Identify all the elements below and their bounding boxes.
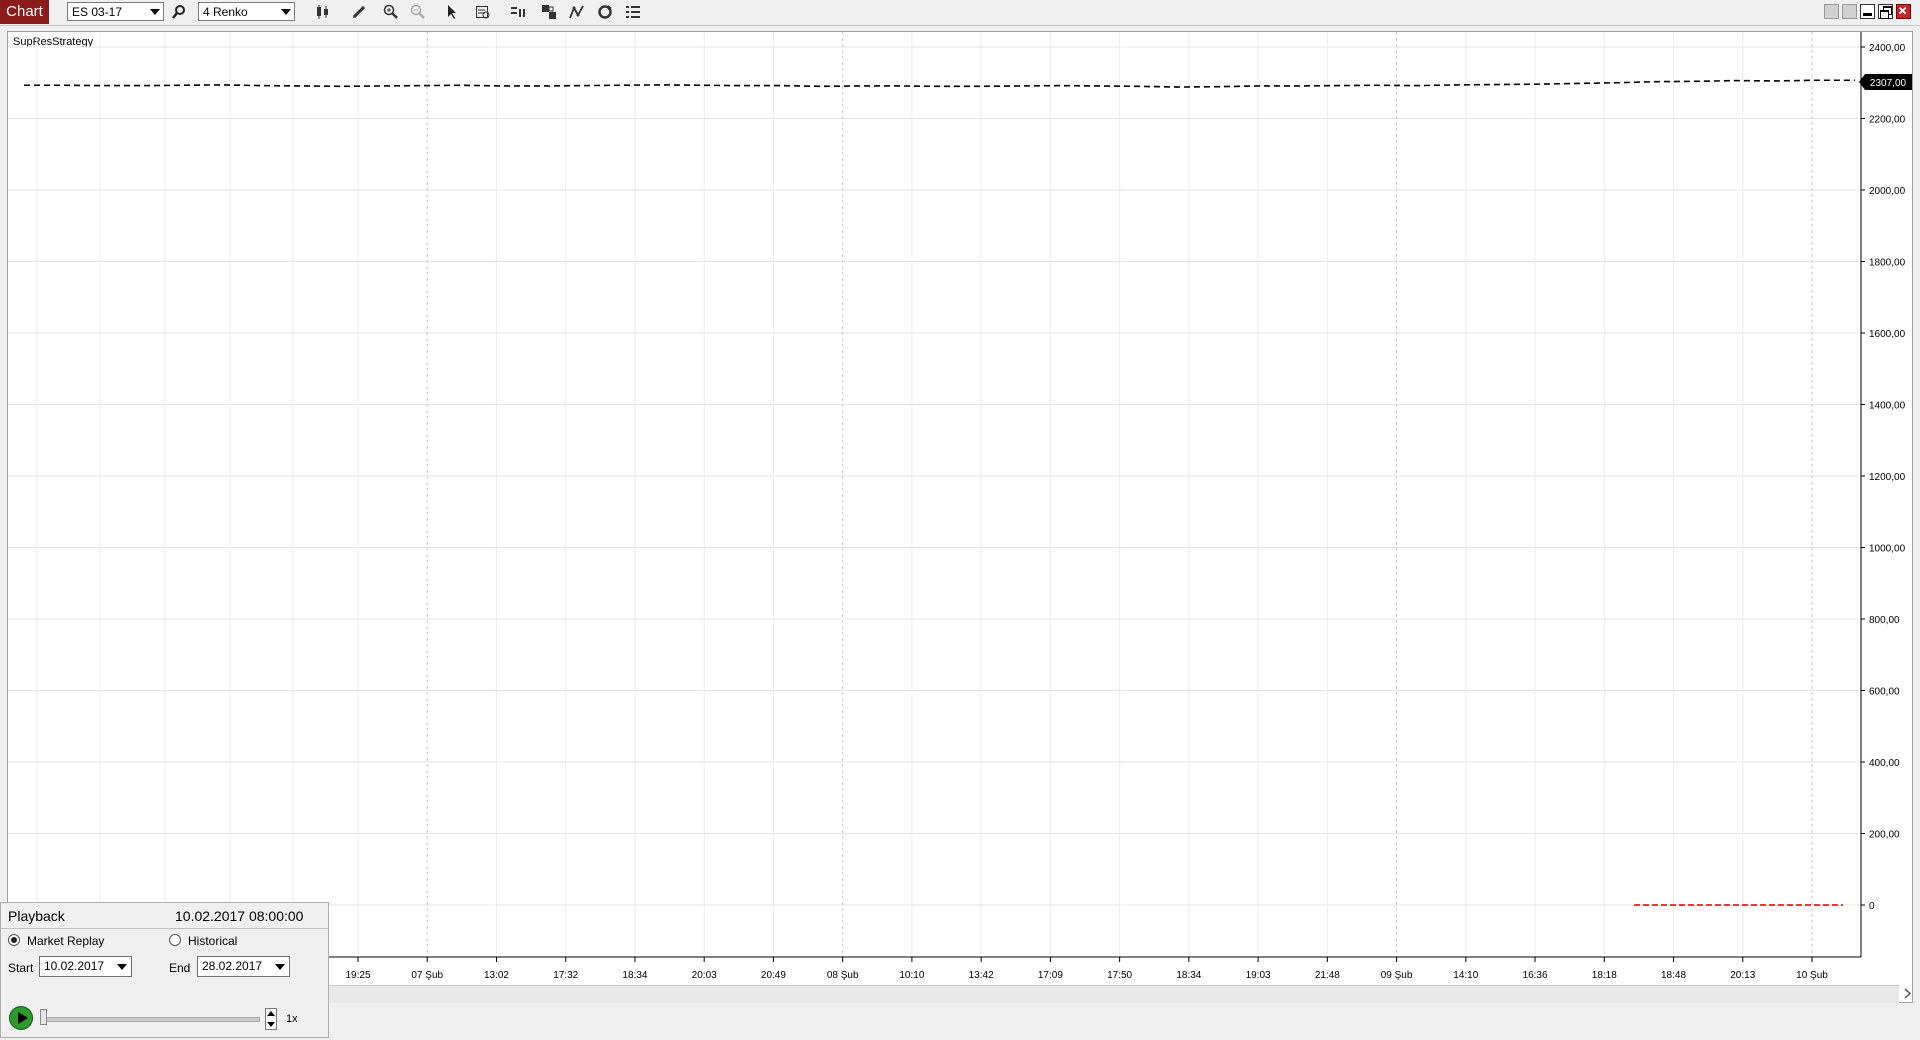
playback-panel: Playback 10.02.2017 08:00:00 Market Repl…: [0, 902, 329, 1038]
x-tick-label: 18:34: [1176, 970, 1201, 981]
chevron-down-icon: [117, 964, 127, 970]
horizontal-scrollbar[interactable]: [329, 985, 1899, 1003]
y-tick-label: 1800,00: [1869, 258, 1906, 269]
chevron-down-icon[interactable]: [267, 1022, 275, 1027]
end-label: End: [169, 961, 191, 975]
x-tick-label: 10:10: [899, 970, 924, 981]
y-axis: 2400,00 2200,00 2000,00 1800,00 1600,00 1400,…: [1860, 32, 1906, 957]
series-layer: [24, 79, 1855, 906]
y-tick-label: 800,00: [1869, 615, 1900, 626]
y-tick-label: 1000,00: [1869, 544, 1906, 555]
y-tick-label: 0: [1869, 901, 1875, 912]
x-tick-label: 19:25: [345, 970, 370, 981]
historical-radio[interactable]: [169, 934, 181, 946]
play-button[interactable]: [9, 1006, 33, 1030]
x-tick-label: 19:03: [1246, 970, 1271, 981]
playback-speed-track[interactable]: [41, 1017, 260, 1022]
playback-timestamp: 10.02.2017 08:00:00: [175, 908, 304, 924]
x-tick-label: 18:34: [622, 970, 647, 981]
grid-layer: [8, 32, 1861, 957]
chevron-down-icon: [275, 964, 285, 970]
x-tick-label: 09 Şub: [1381, 970, 1413, 981]
y-tick-label: 2000,00: [1869, 186, 1906, 197]
x-tick-label: 18:18: [1592, 970, 1617, 981]
x-tick-label: 13:02: [484, 970, 509, 981]
y-tick-label: 1600,00: [1869, 329, 1906, 340]
historical-label: Historical: [188, 934, 238, 948]
y-tick-label: 1200,00: [1869, 472, 1906, 483]
x-tick-label: 20:13: [1730, 970, 1755, 981]
y-tick-label: 2200,00: [1869, 115, 1906, 126]
x-tick-label: 10 Şub: [1796, 970, 1828, 981]
x-tick-label: 17:32: [553, 970, 578, 981]
x-tick-label: 17:50: [1107, 970, 1132, 981]
playback-slider-thumb[interactable]: [40, 1009, 47, 1025]
x-tick-label: 16:36: [1523, 970, 1548, 981]
x-tick-label: 20:03: [692, 970, 717, 981]
price-marker-label: 2307,00: [1870, 78, 1907, 89]
x-tick-label: 14:10: [1453, 970, 1478, 981]
divider: [1, 928, 328, 929]
x-tick-label: 21:48: [1315, 970, 1340, 981]
x-tick-label: 08 Şub: [827, 970, 859, 981]
x-tick-label: 18:48: [1661, 970, 1686, 981]
speed-label: 1x: [286, 1013, 298, 1025]
y-tick-label: 2400,00: [1869, 43, 1906, 54]
y-tick-label: 400,00: [1869, 758, 1900, 769]
chevron-up-icon[interactable]: [267, 1011, 275, 1016]
x-tick-label: 07 Şub: [411, 970, 443, 981]
y-tick-label: 1400,00: [1869, 401, 1906, 412]
scroll-right-icon[interactable]: [1903, 986, 1913, 1001]
y-tick-label: 600,00: [1869, 687, 1900, 698]
start-label: Start: [8, 961, 34, 975]
market-replay-radio[interactable]: [8, 934, 20, 946]
price-series-line: [24, 79, 1855, 88]
playback-title: Playback: [8, 908, 65, 924]
start-date-value: 10.02.2017: [44, 959, 105, 973]
start-date-select[interactable]: 10.02.2017: [39, 956, 132, 977]
speed-spinner[interactable]: [265, 1008, 277, 1030]
end-date-select[interactable]: 28.02.2017: [197, 956, 290, 977]
price-chart[interactable]: 19:25 07 Şub 13:02 17:32 18:34 20:03 20:49 08 Ş…: [0, 0, 1920, 1040]
y-tick-label: 200,00: [1869, 830, 1900, 841]
price-marker-layer: 2307,00: [1859, 74, 1912, 90]
x-tick-label: 20:49: [761, 970, 786, 981]
x-tick-label: 17:09: [1038, 970, 1063, 981]
end-date-value: 28.02.2017: [202, 959, 263, 973]
x-tick-label: 13:42: [969, 970, 994, 981]
market-replay-label: Market Replay: [27, 934, 105, 948]
